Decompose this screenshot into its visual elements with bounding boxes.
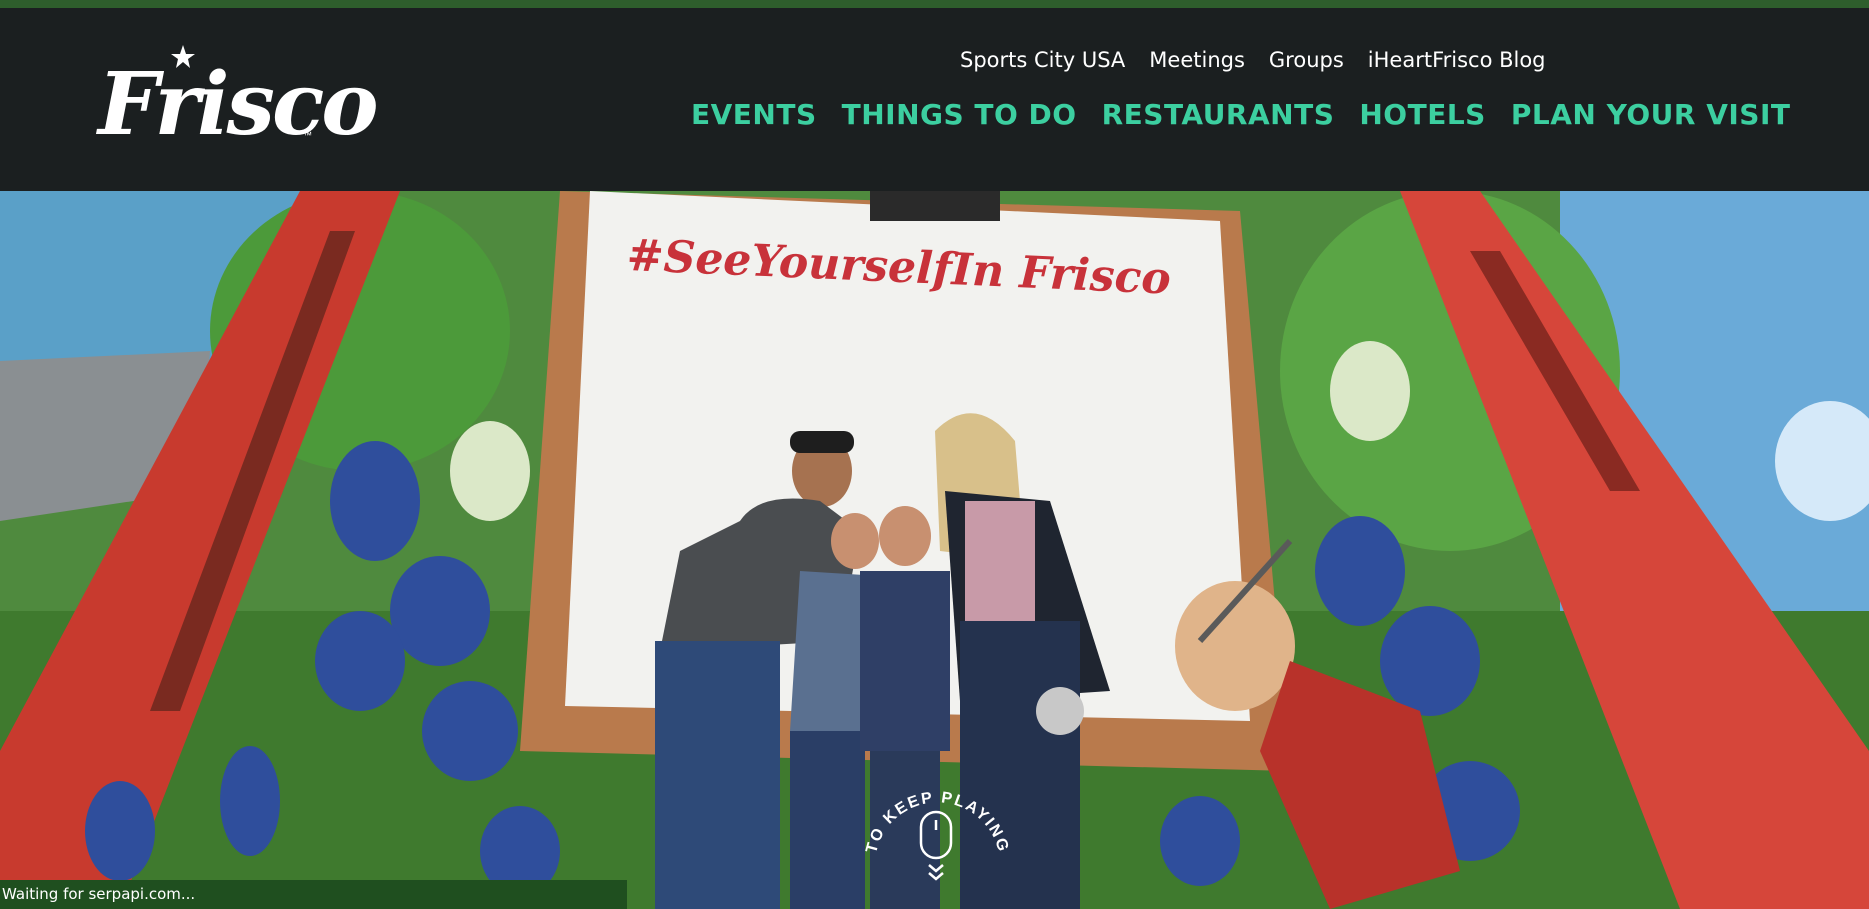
main-nav-things-to-do[interactable]: THINGS TO DO: [842, 98, 1077, 131]
chevron-down-icon: [928, 864, 944, 873]
status-text: Waiting for serpapi.com...: [2, 885, 196, 903]
logo-wordmark: Frisco: [98, 54, 379, 155]
main-nav-plan-your-visit[interactable]: PLAN YOUR VISIT: [1511, 98, 1791, 131]
top-accent-line: [0, 0, 1869, 8]
main-nav: EVENTS THINGS TO DO RESTAURANTS HOTELS P…: [691, 98, 1815, 131]
browser-status-bar: Waiting for serpapi.com...: [0, 880, 627, 909]
site-header: Frisco ™ Sports City USA Meetings Groups…: [0, 8, 1869, 191]
util-nav-blog[interactable]: iHeartFrisco Blog: [1368, 48, 1546, 72]
utility-nav: Sports City USA Meetings Groups iHeartFr…: [960, 48, 1570, 72]
main-nav-restaurants[interactable]: RESTAURANTS: [1102, 98, 1335, 131]
scroll-cue-text: TO KEEP PLAYING: [863, 789, 1012, 855]
logo-trademark: ™: [303, 130, 312, 140]
mouse-icon: [919, 810, 953, 860]
scroll-cue[interactable]: TO KEEP PLAYING: [855, 770, 1020, 900]
main-nav-hotels[interactable]: HOTELS: [1359, 98, 1485, 131]
util-nav-sports-city[interactable]: Sports City USA: [960, 48, 1125, 72]
util-nav-meetings[interactable]: Meetings: [1149, 48, 1245, 72]
frisco-logo[interactable]: Frisco ™: [98, 44, 379, 155]
main-nav-events[interactable]: EVENTS: [691, 98, 817, 131]
util-nav-groups[interactable]: Groups: [1269, 48, 1344, 72]
